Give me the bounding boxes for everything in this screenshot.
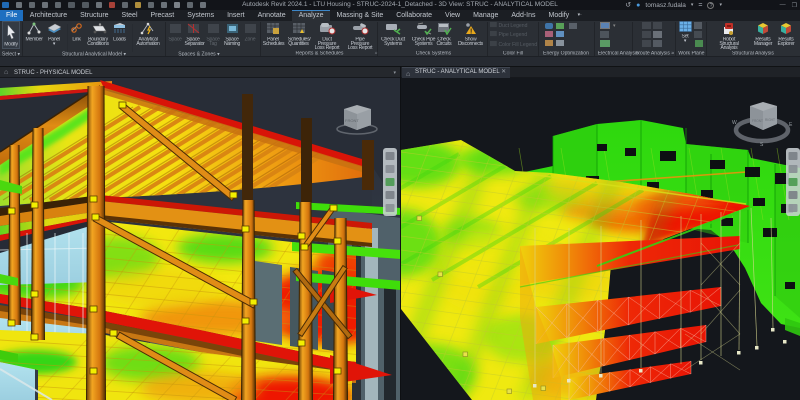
svg-text:!: ! (469, 29, 471, 36)
svg-text:FRONT: FRONT (752, 119, 763, 123)
svg-text:W: W (732, 120, 737, 126)
svg-text:FRONT: FRONT (345, 118, 359, 123)
svg-text:RIGHT: RIGHT (765, 118, 775, 122)
